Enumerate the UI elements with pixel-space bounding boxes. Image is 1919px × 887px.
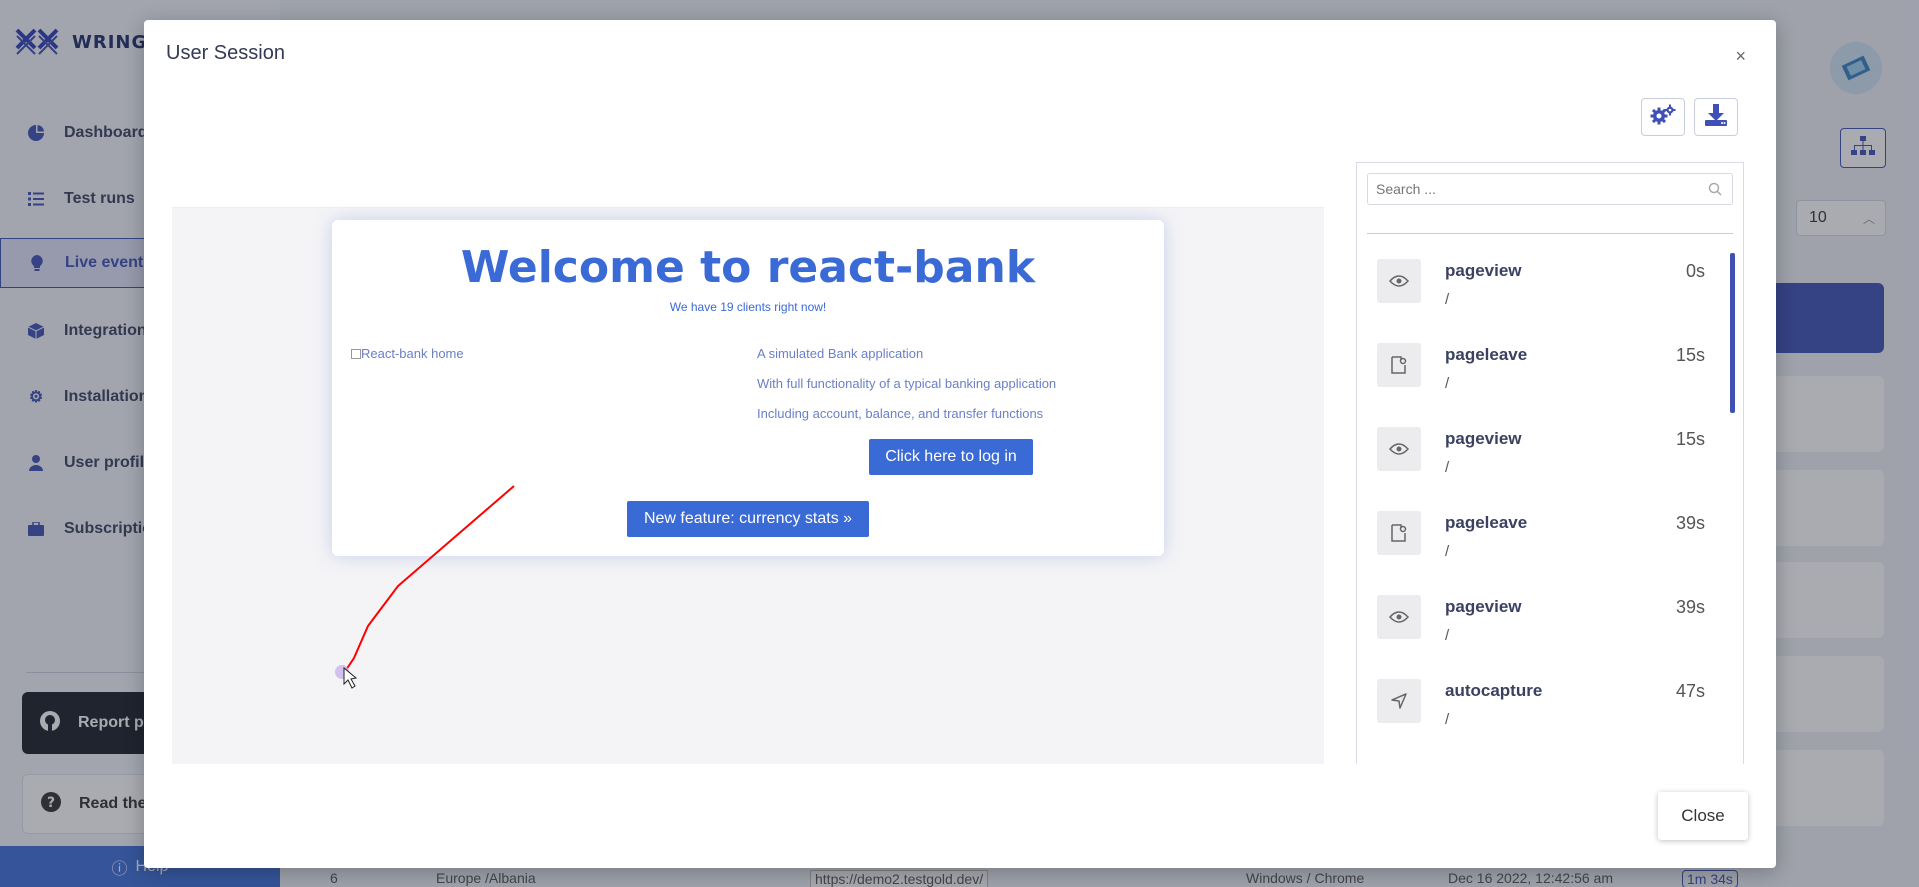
modal-title: User Session: [166, 42, 285, 64]
close-icon[interactable]: ×: [1735, 46, 1746, 67]
event-time: 39s: [1675, 597, 1705, 617]
mouse-trail: [335, 485, 515, 689]
event-path: /: [1445, 375, 1450, 392]
event-path: /: [1445, 711, 1450, 728]
download-button[interactable]: [1694, 98, 1738, 136]
event-time: 15s: [1675, 429, 1705, 449]
event-item[interactable]: pageview / 39s: [1367, 583, 1717, 667]
event-item[interactable]: autocapture / 47s: [1367, 667, 1717, 751]
events-scrollbar[interactable]: [1730, 253, 1735, 413]
event-item[interactable]: pageleave / 39s: [1367, 499, 1717, 583]
close-button[interactable]: Close: [1658, 792, 1748, 840]
event-time: 0s: [1685, 261, 1705, 281]
events-panel: pageview / 0s pageleave / 15s pageview /…: [1356, 162, 1744, 764]
eye-icon: [1377, 259, 1421, 303]
event-path: /: [1445, 543, 1450, 560]
event-name: pageleave: [1445, 513, 1528, 532]
event-search-field[interactable]: [1367, 173, 1733, 205]
event-time: 15s: [1675, 345, 1705, 365]
event-name: pageview: [1445, 597, 1522, 616]
event-search-input[interactable]: [1376, 181, 1696, 197]
event-time: 39s: [1675, 513, 1705, 533]
event-item[interactable]: pageleave / 15s: [1367, 331, 1717, 415]
eye-icon: [1377, 595, 1421, 639]
event-name: pageleave: [1445, 345, 1528, 364]
event-item[interactable]: pageview / 15s: [1367, 415, 1717, 499]
event-name: pageview: [1445, 429, 1522, 448]
event-name: pageview: [1445, 261, 1522, 280]
event-path: /: [1445, 459, 1450, 476]
page-leave-icon: [1377, 511, 1421, 555]
user-session-modal: User Session × Welcome to react-bank We …: [144, 20, 1776, 868]
download-icon: [1705, 103, 1727, 131]
event-path: /: [1445, 291, 1450, 308]
cursor-arrow-icon: [1377, 679, 1421, 723]
event-path: /: [1445, 627, 1450, 644]
gears-icon: [1650, 104, 1676, 131]
session-replay-player[interactable]: Welcome to react-bank We have 19 clients…: [172, 162, 1324, 764]
eye-icon: [1377, 427, 1421, 471]
event-time: 47s: [1675, 681, 1705, 701]
event-item[interactable]: pageview / 0s: [1367, 247, 1717, 331]
search-icon: [1708, 182, 1722, 199]
page-leave-icon: [1377, 343, 1421, 387]
events-divider: [1367, 233, 1733, 234]
event-name: autocapture: [1445, 681, 1543, 700]
player-settings-button[interactable]: [1641, 98, 1685, 136]
mouse-cursor-icon: [343, 666, 358, 689]
